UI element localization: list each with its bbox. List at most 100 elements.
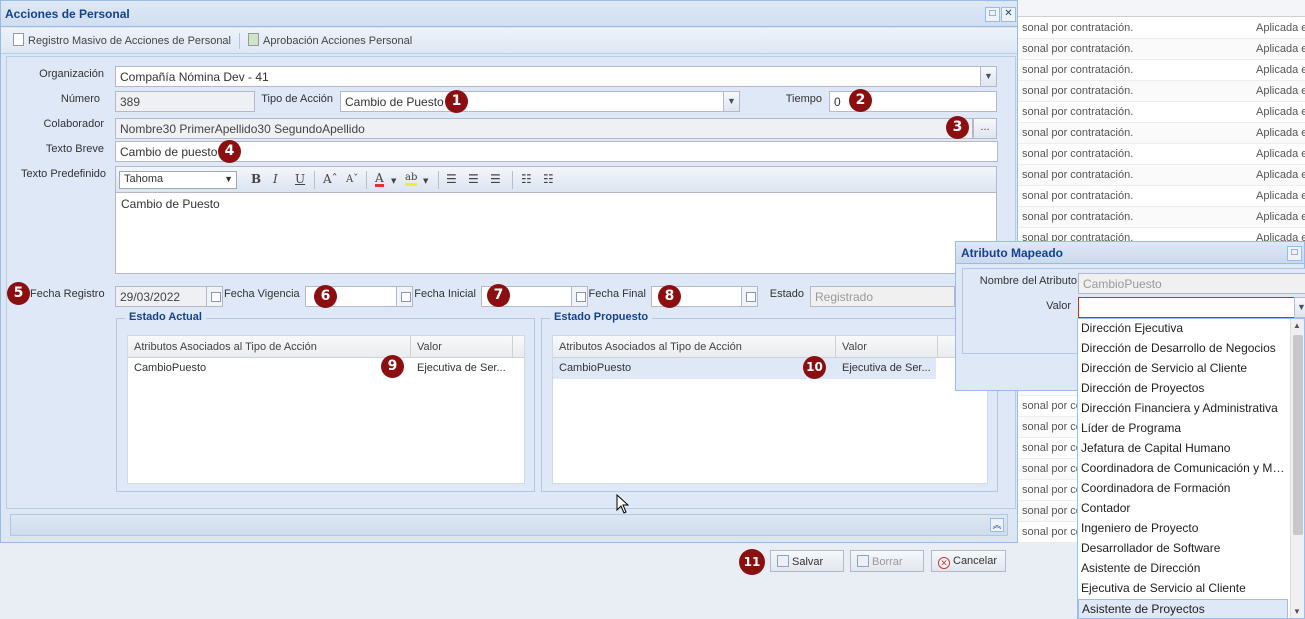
bold-button[interactable]: B <box>251 172 261 186</box>
tiempo-label: Tiempo <box>785 93 822 105</box>
column-valor[interactable]: Valor <box>411 336 513 358</box>
highlight-button[interactable]: ab <box>405 172 418 186</box>
mouse-cursor-icon <box>616 494 629 514</box>
close-icon[interactable]: ✕ <box>1001 7 1016 22</box>
annotation-badge: 6 <box>314 285 337 308</box>
dropdown-option[interactable]: Asistente de Proyectos <box>1078 599 1288 618</box>
calendar-icon[interactable] <box>396 286 413 307</box>
estado-propuesto-legend: Estado Propuesto <box>550 311 653 323</box>
grow-font-button[interactable]: Aˆ <box>323 172 338 186</box>
delete-label: Borrar <box>872 556 903 568</box>
scroll-down-icon[interactable]: ▼ <box>1293 607 1301 616</box>
maximize-icon[interactable]: □ <box>1287 246 1302 261</box>
background-grid-row: sonal por contratación. Aplicada e <box>1010 18 1305 39</box>
toolbar-separator <box>239 33 240 49</box>
bullet-list-icon[interactable]: ☷ <box>543 172 554 186</box>
save-button[interactable]: Salvar <box>770 550 844 572</box>
chevron-down-icon[interactable]: ▼ <box>391 177 396 185</box>
chevron-down-icon: ▼ <box>224 174 233 184</box>
chevron-down-icon[interactable]: ▼ <box>1294 297 1305 318</box>
column-valor[interactable]: Valor <box>836 336 938 358</box>
shrink-font-button[interactable]: Aˇ <box>346 174 358 185</box>
background-grid-row: sonal por contratación. Aplicada e <box>1010 207 1305 228</box>
dropdown-option[interactable]: Dirección de Desarrollo de Negocios <box>1078 339 1288 359</box>
font-family-select[interactable]: Tahoma ▼ <box>119 171 237 189</box>
column-atributos[interactable]: Atributos Asociados al Tipo de Acción <box>553 336 836 358</box>
align-left-icon[interactable]: ☰ <box>446 172 457 186</box>
annotation-badge: 2 <box>849 89 872 112</box>
dropdown-option[interactable]: Dirección de Servicio al Cliente <box>1078 359 1288 379</box>
calendar-icon[interactable] <box>571 286 588 307</box>
table-row[interactable]: CambioPuesto Ejecutiva de Ser... <box>128 358 524 379</box>
dropdown-scrollbar[interactable]: ▲ ▼ <box>1290 319 1304 618</box>
dropdown-option[interactable]: Ingeniero de Proyecto <box>1078 519 1288 539</box>
dropdown-option[interactable]: Dirección de Proyectos <box>1078 379 1288 399</box>
texto-breve-field[interactable]: Cambio de puesto <box>115 141 998 162</box>
fecha-vigencia-label: Fecha Vigencia <box>224 288 300 300</box>
window-title: Acciones de Personal <box>5 7 130 21</box>
estado-actual-grid: Atributos Asociados al Tipo de Acción Va… <box>127 335 525 484</box>
underline-button[interactable]: U <box>295 172 305 186</box>
toolbar-separator <box>512 171 513 189</box>
background-grid-row: sonal por contratación. Aplicada e <box>1010 144 1305 165</box>
aprobacion-button[interactable]: Aprobación Acciones Personal <box>248 33 412 47</box>
maximize-icon[interactable]: □ <box>985 7 1000 22</box>
italic-button[interactable]: I <box>273 172 278 186</box>
organizacion-label: Organización <box>39 68 104 80</box>
valor-combo[interactable] <box>1078 297 1295 318</box>
dropdown-option[interactable]: Líder de Programa <box>1078 419 1288 439</box>
dropdown-option[interactable]: Desarrollador de Software <box>1078 539 1288 559</box>
cancel-button[interactable]: ✕ Cancelar <box>931 550 1006 572</box>
collapsed-panel-bar[interactable]: ︽ <box>10 514 1008 536</box>
texto-predefinido-editor[interactable]: Cambio de Puesto <box>115 193 997 274</box>
chevron-down-icon[interactable]: ▼ <box>723 91 740 112</box>
cell-atributo: CambioPuesto <box>559 362 632 374</box>
window-title-bar: Acciones de Personal □ ✕ <box>1 1 1017 27</box>
background-cell: sonal por contratación. <box>1022 169 1134 181</box>
dropdown-option[interactable]: Jefatura de Capital Humano <box>1078 439 1288 459</box>
organizacion-combo[interactable]: Compañía Nómina Dev - 41 <box>115 66 982 87</box>
dropdown-option[interactable]: Dirección Financiera y Administrativa <box>1078 399 1288 419</box>
annotation-badge: 4 <box>218 140 241 163</box>
font-color-button[interactable]: A <box>375 172 384 187</box>
dialog-title: Atributo Mapeado <box>961 246 1063 260</box>
dropdown-option[interactable]: Asistente de Dirección <box>1078 559 1288 579</box>
dropdown-option[interactable]: Dirección Ejecutiva <box>1078 319 1288 339</box>
save-label: Salvar <box>792 556 824 568</box>
background-cell: Aplicada e <box>1256 190 1305 202</box>
numero-field[interactable]: 389 <box>115 91 255 112</box>
dropdown-option[interactable]: Contador <box>1078 499 1288 519</box>
scrollbar-thumb[interactable] <box>1293 335 1303 535</box>
background-cell: sonal por contratación. <box>1022 127 1134 139</box>
chevron-down-icon[interactable]: ▼ <box>423 177 428 185</box>
align-right-icon[interactable]: ☰ <box>490 172 501 186</box>
expand-icon[interactable]: ︽ <box>990 518 1004 532</box>
calendar-icon[interactable] <box>741 286 758 307</box>
tipo-accion-label: Tipo de Acción <box>261 93 333 105</box>
fecha-registro-field[interactable]: 29/03/2022 <box>115 286 207 307</box>
scroll-up-icon[interactable]: ▲ <box>1293 321 1301 330</box>
colaborador-search-button[interactable]: ... <box>973 118 997 139</box>
column-atributos[interactable]: Atributos Asociados al Tipo de Acción <box>128 336 411 358</box>
align-center-icon[interactable]: ☰ <box>468 172 479 186</box>
valor-dropdown-list[interactable]: ▲ ▼ Dirección Ejecutiva Dirección de Desa… <box>1077 318 1305 619</box>
background-cell: sonal por co <box>1022 505 1082 517</box>
background-cell: sonal por co <box>1022 400 1082 412</box>
calendar-icon[interactable] <box>206 286 223 307</box>
estado-actual-legend: Estado Actual <box>125 311 206 323</box>
registro-masivo-button[interactable]: Registro Masivo de Acciones de Personal <box>13 33 231 47</box>
estado-label: Estado <box>769 288 804 300</box>
save-icon <box>777 555 789 567</box>
chevron-down-icon[interactable]: ▼ <box>980 66 997 87</box>
fecha-final-label: Fecha Final <box>588 288 646 300</box>
dropdown-option[interactable]: Ejecutiva de Servicio al Cliente <box>1078 579 1288 599</box>
delete-icon <box>857 555 869 567</box>
background-cell: Aplicada e <box>1256 64 1305 76</box>
fecha-registro-label: Fecha Registro <box>30 288 105 300</box>
colaborador-field[interactable]: Nombre30 PrimerApellido30 SegundoApellid… <box>115 118 973 139</box>
numbered-list-icon[interactable]: ☷ <box>521 172 532 186</box>
tipo-accion-combo[interactable]: Cambio de Puesto <box>340 91 724 112</box>
table-row-selected[interactable]: CambioPuesto Ejecutiva de Ser... <box>553 358 936 379</box>
dropdown-option[interactable]: Coordinadora de Formación <box>1078 479 1288 499</box>
dropdown-option[interactable]: Coordinadora de Comunicación y Me... <box>1078 459 1288 479</box>
